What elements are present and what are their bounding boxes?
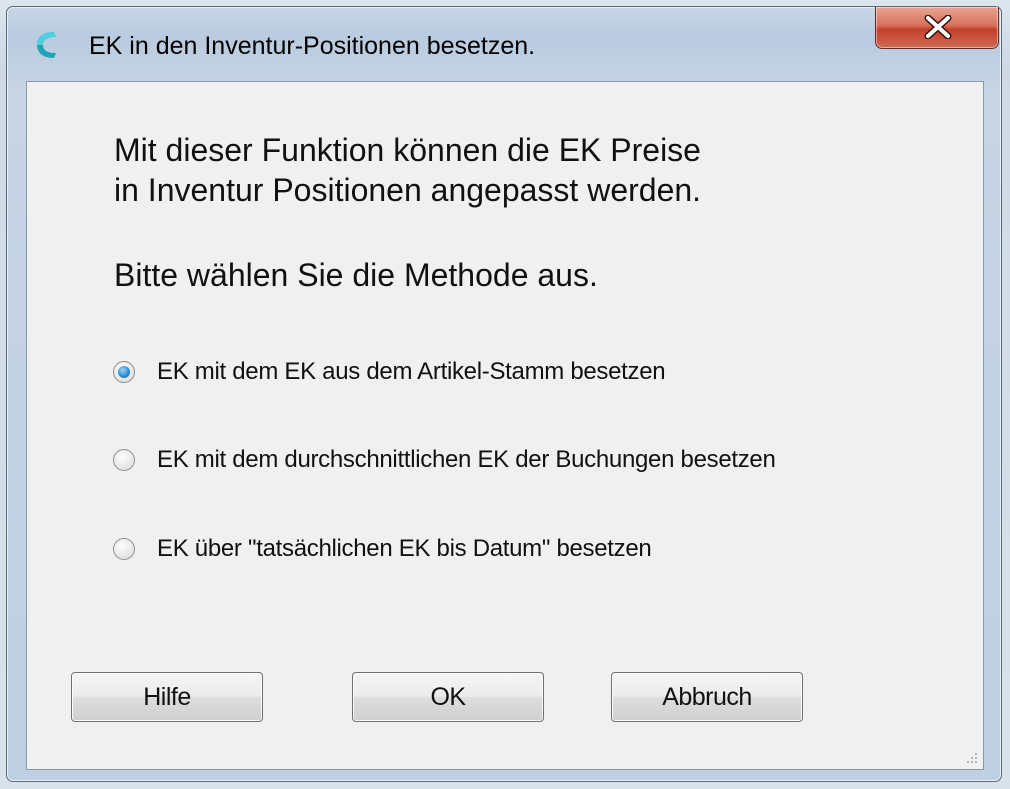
dialog-window: EK in den Inventur-Positionen besetzen. … xyxy=(6,6,1002,782)
close-icon xyxy=(924,15,952,39)
radio-button[interactable] xyxy=(113,538,135,560)
intro-text: Mit dieser Funktion können die EK Preise… xyxy=(114,130,701,210)
radio-option-durchschnitt[interactable]: EK mit dem durchschnittlichen EK der Buc… xyxy=(113,444,776,476)
radio-label[interactable]: EK mit dem EK aus dem Artikel-Stamm bese… xyxy=(157,358,666,386)
window-title: EK in den Inventur-Positionen besetzen. xyxy=(89,32,536,60)
radio-option-tatsaechlich[interactable]: EK über "tatsächlichen EK bis Datum" bes… xyxy=(113,533,652,565)
radio-label[interactable]: EK über "tatsächlichen EK bis Datum" bes… xyxy=(157,535,652,563)
radio-label[interactable]: EK mit dem durchschnittlichen EK der Buc… xyxy=(157,446,776,474)
intro-line-1: Mit dieser Funktion können die EK Preise xyxy=(114,132,701,168)
method-prompt: Bitte wählen Sie die Methode aus. xyxy=(114,257,598,293)
radio-button[interactable] xyxy=(113,449,135,471)
cancel-button[interactable]: Abbruch xyxy=(611,672,803,722)
radio-option-artikel-stamm[interactable]: EK mit dem EK aus dem Artikel-Stamm bese… xyxy=(113,356,666,388)
ok-button[interactable]: OK xyxy=(352,672,544,722)
resize-grip-icon[interactable] xyxy=(963,749,979,765)
intro-line-2: in Inventur Positionen angepasst werden. xyxy=(114,172,702,208)
help-button[interactable]: Hilfe xyxy=(71,672,263,722)
close-button[interactable] xyxy=(875,7,999,49)
title-bar[interactable]: EK in den Inventur-Positionen besetzen. xyxy=(7,7,1001,81)
dialog-body: Mit dieser Funktion können die EK Preise… xyxy=(26,81,984,770)
radio-button-checked[interactable] xyxy=(113,361,135,383)
app-logo-icon xyxy=(37,32,56,58)
